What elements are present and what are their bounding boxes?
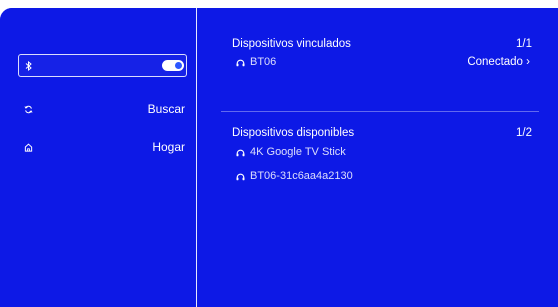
sidebar-item-search[interactable]: Buscar bbox=[18, 97, 187, 121]
bluetooth-icon bbox=[24, 60, 34, 71]
sidebar-item-label: Hogar bbox=[152, 140, 185, 154]
section-divider bbox=[221, 111, 539, 112]
main-panel: Dispositivos vinculados 1/1 BT06 Conecta… bbox=[197, 8, 558, 307]
headphones-icon bbox=[236, 58, 245, 67]
headphones-icon bbox=[236, 148, 245, 157]
sidebar: Buscar Hogar bbox=[0, 8, 197, 307]
available-device-google-tv-stick[interactable]: 4K Google TV Stick bbox=[236, 146, 346, 158]
paired-device-bt06[interactable]: BT06 bbox=[236, 56, 276, 68]
paired-devices-title: Dispositivos vinculados bbox=[232, 38, 351, 50]
sidebar-item-bluetooth[interactable] bbox=[18, 54, 187, 77]
device-name: BT06-31c6aa4a2130 bbox=[250, 170, 353, 182]
available-devices-count: 1/2 bbox=[516, 127, 532, 139]
available-device-bt06-31c6aa4a2130[interactable]: BT06-31c6aa4a2130 bbox=[236, 170, 353, 182]
toggle-knob bbox=[175, 62, 182, 69]
sidebar-item-label: Buscar bbox=[147, 102, 185, 116]
refresh-icon bbox=[23, 104, 33, 114]
home-icon bbox=[23, 142, 33, 152]
available-devices-title: Dispositivos disponibles bbox=[232, 127, 355, 139]
headphones-icon bbox=[236, 172, 245, 181]
device-name: 4K Google TV Stick bbox=[250, 146, 346, 158]
paired-devices-count: 1/1 bbox=[516, 38, 532, 50]
status-label: Conectado bbox=[467, 56, 523, 68]
connection-status[interactable]: Conectado › bbox=[467, 56, 530, 68]
bluetooth-toggle[interactable] bbox=[162, 60, 184, 71]
device-name: BT06 bbox=[250, 56, 277, 68]
bluetooth-settings-screen: Buscar Hogar Dispositivos vinculados 1/1 bbox=[0, 8, 558, 307]
chevron-right-icon: › bbox=[526, 56, 530, 68]
sidebar-item-home[interactable]: Hogar bbox=[18, 135, 187, 159]
